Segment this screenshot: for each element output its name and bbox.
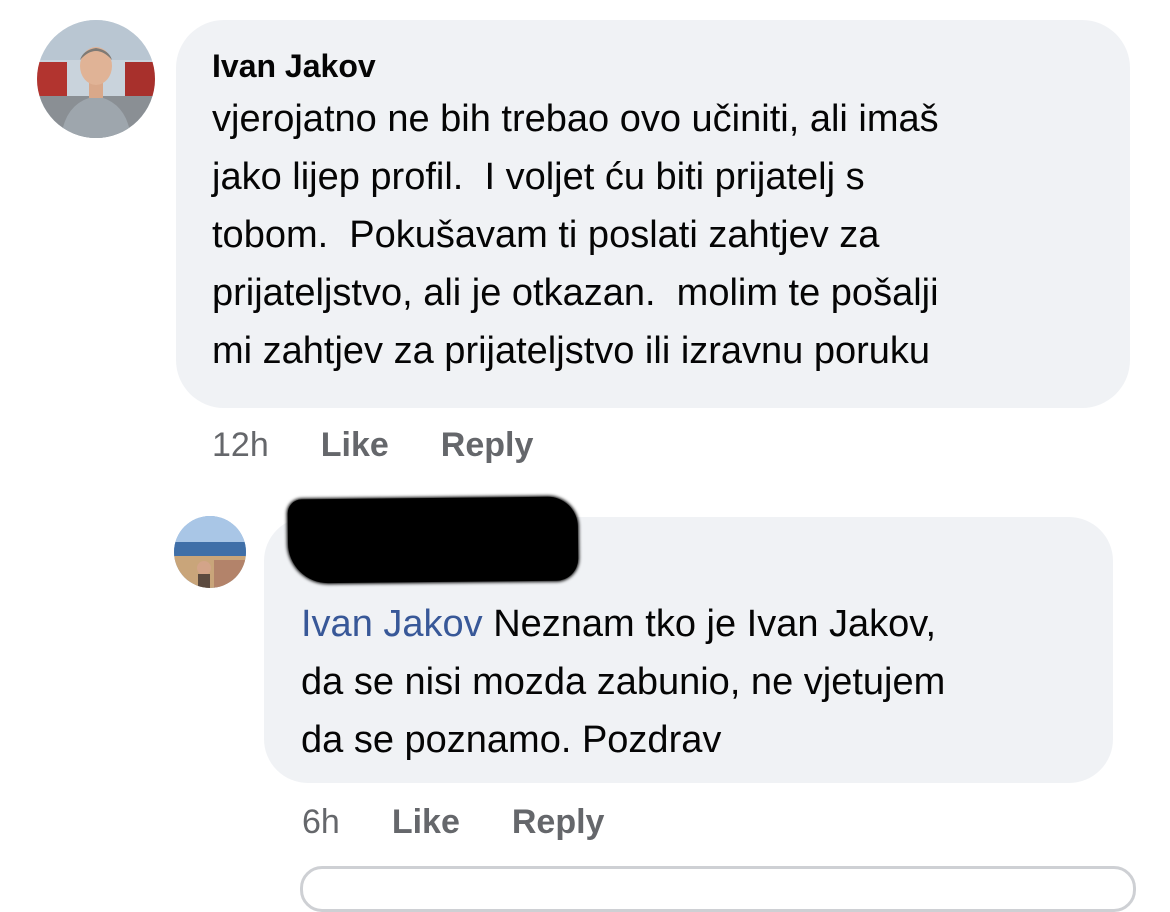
comment-timestamp[interactable]: 12h bbox=[212, 426, 269, 465]
commenter-avatar[interactable] bbox=[37, 20, 155, 138]
like-button[interactable]: Like bbox=[321, 426, 389, 465]
reply-timestamp[interactable]: 6h bbox=[302, 803, 340, 842]
comment-text: vjerojatno ne bih trebao ovo učiniti, al… bbox=[212, 98, 939, 372]
reply-text: Ivan Jakov Neznam tko je Ivan Jakov, da … bbox=[301, 595, 1073, 769]
mention-link[interactable]: Ivan Jakov bbox=[301, 603, 483, 645]
comment-actions: 12h Like Reply bbox=[212, 426, 533, 465]
reply-button[interactable]: Reply bbox=[512, 803, 605, 842]
reply-button[interactable]: Reply bbox=[441, 426, 534, 465]
redacted-author-name bbox=[287, 496, 579, 584]
profile-photo-icon bbox=[37, 20, 155, 138]
reply-actions: 6h Like Reply bbox=[302, 803, 604, 842]
next-comment-box-edge bbox=[300, 866, 1136, 912]
comment-author-name[interactable]: Ivan Jakov bbox=[212, 46, 1090, 86]
replier-avatar[interactable] bbox=[174, 516, 246, 588]
comment-bubble: Ivan Jakov vjerojatno ne bih trebao ovo … bbox=[176, 20, 1130, 408]
like-button[interactable]: Like bbox=[392, 803, 460, 842]
profile-photo-icon bbox=[174, 516, 246, 588]
